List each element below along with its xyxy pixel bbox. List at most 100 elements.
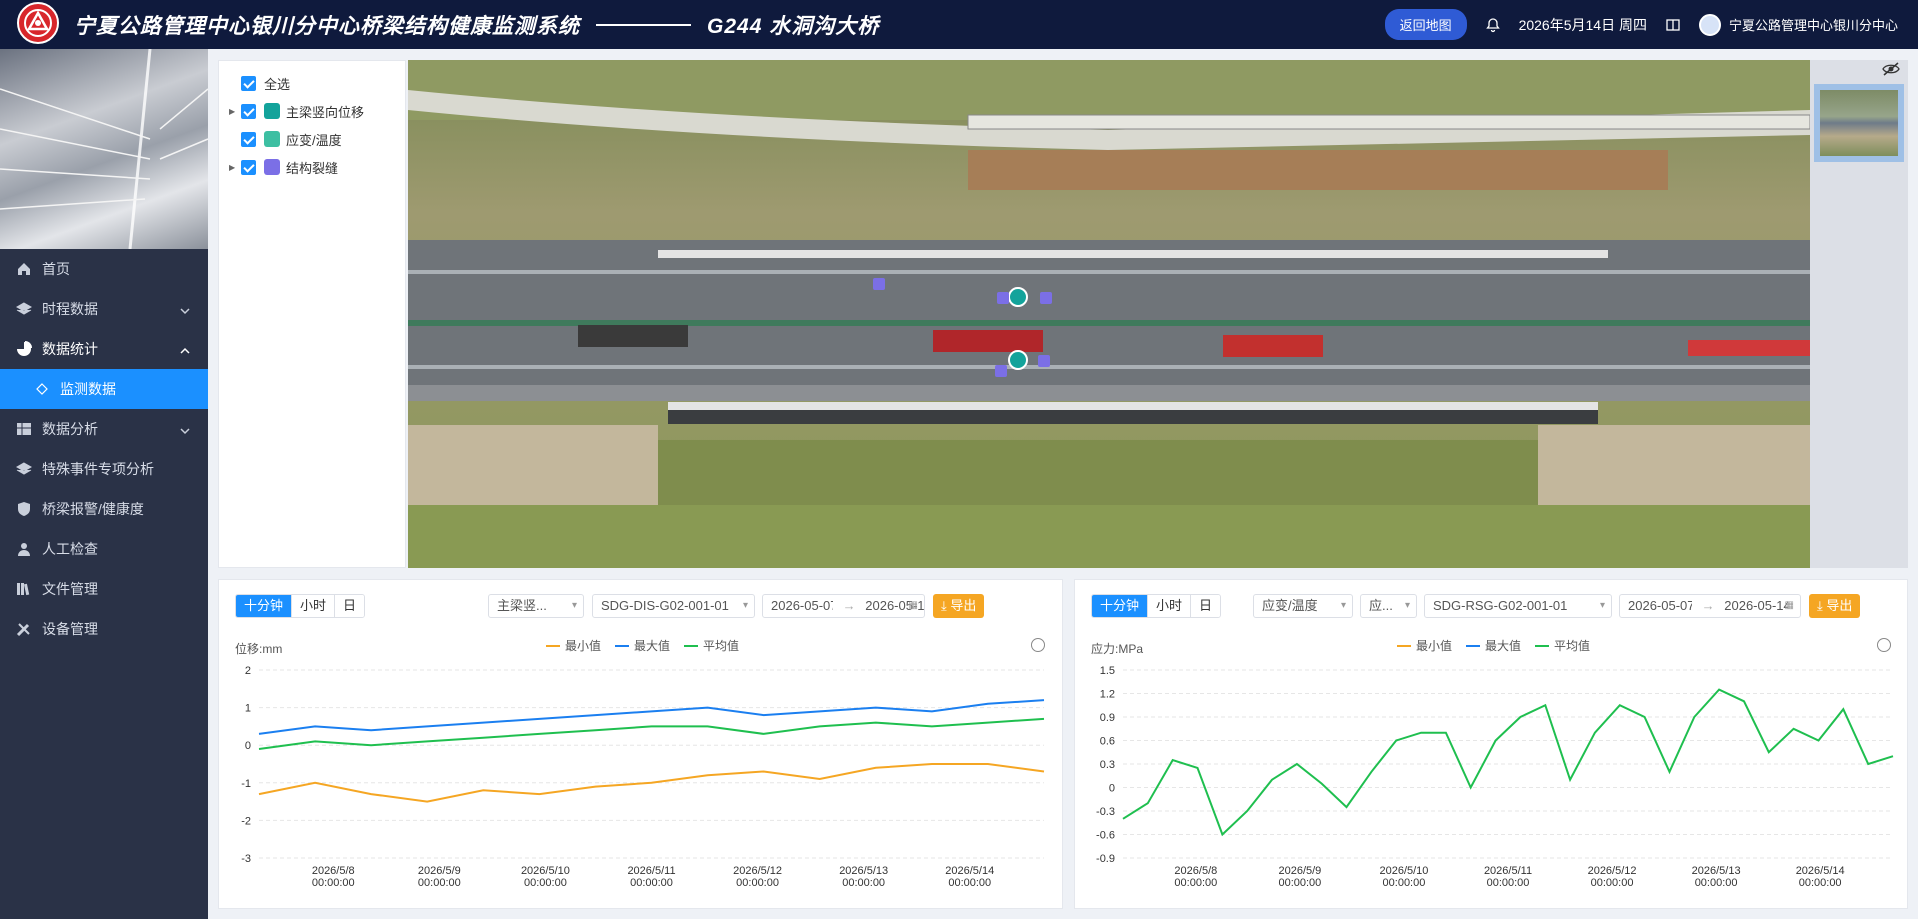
table-icon — [16, 421, 32, 437]
series-line-最大值 — [258, 699, 1045, 735]
bell-icon[interactable] — [1485, 17, 1501, 33]
x-tick-label: 00:00:00 — [524, 877, 567, 889]
sidebar-item-statistics[interactable]: 数据统计 — [0, 329, 208, 369]
monitor-type-select[interactable]: 主梁竖... ▾ — [488, 594, 584, 618]
settings-icon[interactable] — [1031, 638, 1045, 652]
photo-thumbnail[interactable] — [1814, 84, 1904, 162]
sidebar-item-alarm-health[interactable]: 桥梁报警/健康度 — [0, 489, 208, 529]
x-tick-label: 2026/5/13 — [839, 865, 888, 877]
current-date: 2026年5月14日 周四 — [1518, 16, 1647, 33]
date-range-picker[interactable]: 2026-05-07 → 2026-05-14 ▦ — [762, 594, 925, 618]
period-day[interactable]: 日 — [1191, 595, 1221, 617]
checkbox[interactable] — [241, 75, 256, 91]
x-tick-label: 00:00:00 — [842, 877, 885, 889]
y-tick-label: 0.6 — [1100, 736, 1115, 748]
date-start: 2026-05-07 — [771, 598, 833, 613]
chevron-down-icon: ▾ — [1599, 600, 1605, 611]
chevron-up-icon — [180, 343, 190, 359]
legend-min: 最小值 — [1397, 637, 1452, 654]
y-tick-label: -0.9 — [1096, 853, 1115, 865]
x-tick-label: 00:00:00 — [1695, 877, 1738, 889]
bridge-aerial-photo[interactable] — [408, 60, 1810, 568]
x-tick-label: 2026/5/13 — [1692, 865, 1741, 877]
caret-right-icon[interactable]: ▶ — [229, 163, 241, 172]
sidebar-item-home[interactable]: 首页 — [0, 249, 208, 289]
sidebar-item-manual-inspection[interactable]: 人工检查 — [0, 529, 208, 569]
x-tick-label: 2026/5/11 — [627, 865, 675, 877]
stress-chart-panel: 十分钟 小时 日 应变/温度 ▾ 应... ▾ SDG-RSG-G02-001-01… — [1074, 579, 1908, 909]
x-tick-label: 2026/5/8 — [312, 865, 355, 877]
user-icon — [16, 541, 32, 557]
y-tick-label: -1 — [241, 778, 251, 790]
sidebar-item-special-events[interactable]: 特殊事件专项分析 — [0, 449, 208, 489]
x-tick-label: 00:00:00 — [948, 877, 991, 889]
y-tick-label: 2 — [245, 665, 251, 677]
chevron-down-icon: ▾ — [1340, 600, 1346, 611]
period-switch: 十分钟 小时 日 — [1091, 594, 1222, 618]
layer-structural-crack[interactable]: ▶ 结构裂缝 — [219, 153, 405, 181]
sensor-select[interactable]: SDG-DIS-G02-001-01 ▾ — [592, 594, 755, 618]
metric-select[interactable]: 应... ▾ — [1360, 594, 1417, 618]
book-icon[interactable] — [1665, 17, 1681, 33]
calendar-icon: ▦ — [1784, 600, 1794, 611]
avatar — [1698, 13, 1721, 36]
checkbox[interactable] — [241, 159, 256, 175]
x-tick-label: 00:00:00 — [1383, 877, 1426, 889]
user-menu[interactable]: 宁夏公路管理中心银川分中心 — [1698, 13, 1898, 36]
y-tick-label: 0 — [245, 740, 251, 752]
x-tick-label: 2026/5/11 — [1484, 865, 1532, 877]
chart-legend: 最小值 最大值 平均值 — [546, 637, 739, 654]
export-button[interactable]: ⤓ 导出 — [933, 594, 985, 618]
period-day[interactable]: 日 — [335, 595, 365, 617]
displacement-sensor-icon — [264, 103, 280, 119]
layer-girder-displacement[interactable]: ▶ 主梁竖向位移 — [219, 97, 405, 125]
legend-min: 最小值 — [546, 637, 601, 654]
caret-right-icon[interactable]: ▶ — [229, 107, 241, 116]
pie-chart-icon — [16, 341, 32, 357]
legend-avg: 平均值 — [684, 637, 739, 654]
books-icon — [16, 581, 32, 597]
period-hour[interactable]: 小时 — [292, 595, 336, 617]
checkbox[interactable] — [241, 131, 256, 147]
sensor-select[interactable]: SDG-RSG-G02-001-01 ▾ — [1424, 594, 1612, 618]
sidebar-item-devices[interactable]: 设备管理 — [0, 609, 208, 649]
x-tick-label: 2026/5/10 — [1379, 865, 1428, 877]
x-tick-label: 00:00:00 — [736, 877, 779, 889]
sidebar-item-analysis[interactable]: 数据分析 — [0, 409, 208, 449]
home-icon — [16, 261, 32, 277]
export-button[interactable]: ⤓ 导出 — [1809, 594, 1861, 618]
sidebar-item-files[interactable]: 文件管理 — [0, 569, 208, 609]
y-tick-label: 0 — [1109, 783, 1115, 795]
app-title: 宁夏公路管理中心银川分中心桥梁结构健康监测系统 — [74, 14, 580, 38]
sidebar-item-monitoring-data[interactable]: 监测数据 — [0, 369, 208, 409]
period-ten-minutes[interactable]: 十分钟 — [236, 595, 293, 617]
y-axis-unit: 应力:MPa — [1091, 642, 1144, 656]
x-tick-label: 00:00:00 — [1487, 877, 1530, 889]
x-tick-label: 2026/5/8 — [1174, 865, 1217, 877]
layers-icon — [15, 301, 33, 317]
arrow-right-icon: → — [1701, 598, 1715, 613]
y-tick-label: 1.2 — [1100, 689, 1115, 701]
layers-icon — [15, 461, 33, 477]
monitor-type-select[interactable]: 应变/温度 ▾ — [1253, 594, 1353, 618]
crack-sensor-icon — [264, 159, 280, 175]
y-tick-label: -3 — [241, 853, 251, 865]
x-tick-label: 00:00:00 — [418, 877, 461, 889]
sidebar-item-timeseries[interactable]: 时程数据 — [0, 289, 208, 329]
user-name: 宁夏公路管理中心银川分中心 — [1728, 18, 1898, 33]
legend-max: 最大值 — [1466, 637, 1521, 654]
layer-select-all[interactable]: 全选 — [219, 69, 405, 97]
period-ten-minutes[interactable]: 十分钟 — [1092, 595, 1149, 617]
thumbnail-strip — [1810, 60, 1908, 568]
period-hour[interactable]: 小时 — [1148, 595, 1192, 617]
settings-icon[interactable] — [1877, 638, 1891, 652]
date-range-picker[interactable]: 2026-05-07 → 2026-05-14 ▦ — [1619, 594, 1801, 618]
x-tick-label: 00:00:00 — [1591, 877, 1634, 889]
x-tick-label: 00:00:00 — [1278, 877, 1321, 889]
eye-off-icon[interactable] — [1882, 62, 1900, 79]
checkbox[interactable] — [241, 103, 256, 119]
layer-strain-temperature[interactable]: 应变/温度 — [219, 125, 405, 153]
x-tick-label: 2026/5/12 — [1588, 865, 1637, 877]
back-to-map-button[interactable]: 返回地图 — [1384, 9, 1467, 40]
download-icon: ⤓ — [1817, 598, 1827, 613]
